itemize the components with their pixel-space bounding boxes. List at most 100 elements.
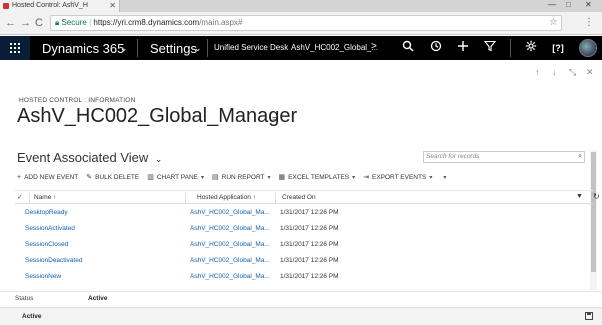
url-host: https://yri.crm8.dynamics.com: [93, 18, 200, 27]
breadcrumb-record[interactable]: AshV_HC002_Global_...: [291, 43, 378, 52]
search-records-icon[interactable]: ⌕: [578, 152, 582, 162]
command-label: CHART PANE: [156, 173, 199, 181]
command-button[interactable]: ▥ CHART PANE ▾: [147, 173, 204, 182]
product-title[interactable]: Dynamics 365: [42, 41, 124, 56]
caret-down-icon[interactable]: ▾: [429, 174, 432, 181]
nav-area-settings[interactable]: Settings: [150, 41, 197, 56]
search-input[interactable]: Search for records ⌕: [423, 151, 585, 163]
url-input[interactable]: 🔒︎ Secure | https://yri.crm8.dynamics.co…: [50, 15, 562, 31]
caret-down-icon[interactable]: ▾: [443, 174, 446, 181]
form-entity-label: HOSTED CONTROL : INFORMATION: [19, 97, 136, 104]
cell-hosted-application[interactable]: AshV_HC002_Global_Ma...: [190, 225, 270, 232]
cell-name[interactable]: SessionDeactivated: [25, 257, 82, 264]
command-button[interactable]: ▤ RUN REPORT ▾: [212, 173, 271, 182]
back-icon[interactable]: ←: [5, 16, 16, 30]
minimize-icon[interactable]: —: [548, 0, 556, 10]
caret-down-icon[interactable]: ▾: [352, 174, 355, 181]
cell-hosted-application[interactable]: AshV_HC002_Global_Ma...: [190, 273, 270, 280]
app-launcher-button[interactable]: [0, 36, 30, 60]
cell-hosted-application[interactable]: AshV_HC002_Global_Ma...: [190, 257, 270, 264]
save-icon[interactable]: [585, 312, 593, 320]
view-selector[interactable]: Event Associated View ⌄: [17, 150, 162, 165]
command-icon: ✎: [86, 174, 93, 181]
table-row[interactable]: SessionDeactivated AshV_HC002_Global_Ma..…: [15, 254, 593, 270]
status-field-value: Active: [88, 295, 108, 302]
bookmark-star-icon[interactable]: ☆: [549, 16, 558, 30]
table-row[interactable]: SessionActivated AshV_HC002_Global_Ma... 1…: [15, 222, 593, 238]
breadcrumb-more-icon[interactable]: >: [371, 41, 377, 52]
command-button[interactable]: ⇥ EXPORT EVENTS ▾: [363, 173, 432, 182]
browser-menu-icon[interactable]: ⋮: [584, 16, 594, 30]
command-label: ADD NEW EVENT: [24, 173, 79, 181]
table-row[interactable]: SessionClosed AshV_HC002_Global_Ma... 1/31…: [15, 238, 593, 254]
column-header-name[interactable]: Name ↑: [34, 194, 56, 201]
command-button[interactable]: ▦ EXCEL TEMPLATES ▾: [278, 173, 356, 182]
cell-created-on: 1/31/2017 12:26 PM: [280, 225, 339, 232]
maximize-icon[interactable]: □: [566, 0, 571, 10]
cell-name[interactable]: DesktopReady: [25, 209, 68, 216]
column-divider: [185, 193, 186, 203]
search-icon[interactable]: [400, 40, 416, 56]
product-chevron-down-icon[interactable]: ⌄: [120, 43, 128, 54]
caret-down-icon[interactable]: ▾: [201, 174, 204, 181]
cell-hosted-application[interactable]: AshV_HC002_Global_Ma...: [190, 209, 270, 216]
cell-name[interactable]: SessionActivated: [25, 225, 75, 232]
nav-divider: [137, 39, 138, 57]
cell-name[interactable]: SessionNew: [25, 273, 61, 280]
close-form-icon[interactable]: ✕: [586, 67, 594, 78]
command-label: BULK DELETE: [95, 173, 140, 181]
previous-record-icon[interactable]: ↑: [535, 67, 540, 77]
command-button[interactable]: ▾: [440, 174, 446, 181]
search-placeholder: Search for records: [426, 153, 480, 160]
tab-close-icon[interactable]: ✕: [109, 0, 116, 12]
column-divider: [275, 193, 276, 203]
recent-items-icon[interactable]: [428, 40, 444, 56]
command-bar: + ADD NEW EVENT ✎ BULK DELETE ▥ CHART PANE ▾ ▤ R…: [17, 171, 454, 183]
refresh-icon[interactable]: ↻: [593, 192, 600, 201]
avatar[interactable]: [579, 39, 597, 57]
browser-tab-strip: Hosted Control: AshV_H ✕ — □ ✕: [0, 0, 602, 12]
caret-down-icon[interactable]: ▾: [268, 174, 271, 181]
form-selector-icon[interactable]: ≡: [272, 114, 277, 124]
advanced-find-icon[interactable]: [482, 40, 498, 56]
help-icon[interactable]: [?]: [550, 40, 566, 56]
command-button[interactable]: + ADD NEW EVENT: [17, 174, 78, 181]
status-field-label: Status: [15, 295, 34, 302]
table-row[interactable]: SessionNew AshV_HC002_Global_Ma... 1/31/20…: [15, 270, 593, 286]
forward-icon[interactable]: →: [20, 16, 31, 30]
nav-divider: [510, 39, 511, 57]
command-icon: ▦: [278, 174, 286, 181]
cell-name[interactable]: SessionClosed: [25, 241, 68, 248]
select-all-checkbox[interactable]: ✓: [17, 193, 23, 201]
filter-icon[interactable]: ▼: [576, 193, 583, 200]
create-new-icon[interactable]: [455, 40, 471, 56]
breadcrumb-entity[interactable]: Unified Service Desk: [214, 43, 288, 52]
command-icon: ▥: [147, 174, 154, 181]
column-header-hosted-application[interactable]: Hosted Application ↑: [197, 194, 256, 201]
area-chevron-down-icon[interactable]: ⌄: [194, 43, 202, 54]
browser-tab[interactable]: Hosted Control: AshV_H ✕: [0, 0, 120, 12]
gear-icon[interactable]: [523, 40, 539, 56]
pop-out-icon[interactable]: ⤡: [569, 67, 576, 78]
form-footer: Active: [0, 307, 602, 325]
favicon-icon: [3, 3, 9, 9]
window-close-icon[interactable]: ✕: [585, 0, 592, 10]
browser-tab-title: Hosted Control: AshV_H: [12, 2, 88, 9]
url-path: /main.aspx#: [199, 18, 243, 27]
reload-icon[interactable]: C: [35, 16, 43, 30]
nav-divider: [207, 39, 208, 57]
command-icon: ⇥: [363, 174, 369, 181]
cell-created-on: 1/31/2017 12:26 PM: [280, 209, 339, 216]
column-divider: [29, 193, 30, 203]
command-button[interactable]: ✎ BULK DELETE: [86, 173, 140, 182]
cell-created-on: 1/31/2017 12:26 PM: [280, 273, 339, 280]
cell-hosted-application[interactable]: AshV_HC002_Global_Ma...: [190, 241, 270, 248]
next-record-icon[interactable]: ↓: [552, 67, 557, 77]
view-chevron-down-icon[interactable]: ⌄: [155, 154, 163, 164]
cell-created-on: 1/31/2017 12:26 PM: [280, 257, 339, 264]
column-header-created-on[interactable]: Created On: [282, 194, 316, 201]
table-row[interactable]: DesktopReady AshV_HC002_Global_Ma... 1/31/…: [15, 206, 593, 222]
address-bar-row: ← → C 🔒︎ Secure | https://yri.crm8.dynam…: [0, 12, 602, 35]
grid-header: ✓ Name ↑ Hosted Application ↑ Created On…: [15, 190, 600, 204]
cell-created-on: 1/31/2017 12:26 PM: [280, 241, 339, 248]
